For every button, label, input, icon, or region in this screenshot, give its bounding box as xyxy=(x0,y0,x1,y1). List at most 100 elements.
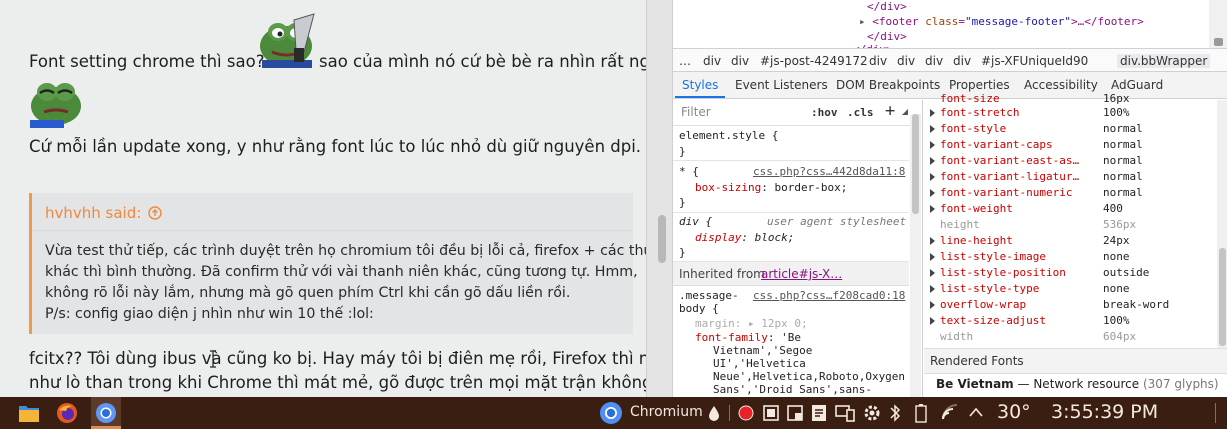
breadcrumb-item[interactable]: #js-XFUniqueId90 xyxy=(981,54,1088,68)
computed-row[interactable]: list-style-position outside xyxy=(924,265,1214,281)
inherited-link[interactable]: article#js-X… xyxy=(761,267,842,281)
rule-selector-2[interactable]: body { xyxy=(679,302,719,315)
tab-accessibility[interactable]: Accessibility xyxy=(1024,78,1098,92)
expand-arrow-icon[interactable] xyxy=(930,237,935,245)
tab-dom-breakpoints[interactable]: DOM Breakpoints xyxy=(836,78,940,92)
battery-icon[interactable] xyxy=(915,403,927,423)
dom-node[interactable]: </div> xyxy=(867,0,907,13)
breadcrumb-item[interactable]: … xyxy=(679,54,691,68)
arrow-up-circle-icon[interactable] xyxy=(148,206,162,220)
tab-styles[interactable]: Styles xyxy=(682,78,718,92)
styles-scrollbar[interactable] xyxy=(910,114,921,397)
expand-arrow-icon[interactable] xyxy=(930,189,935,197)
rule-selector[interactable]: .message- xyxy=(679,289,739,302)
dom-node[interactable]: </div> xyxy=(867,30,907,43)
expand-arrow-icon[interactable] xyxy=(930,205,935,213)
notes-icon[interactable] xyxy=(810,404,828,422)
firefox-icon[interactable] xyxy=(56,402,78,424)
computed-prop-value: normal xyxy=(1103,170,1143,183)
tab-event-listeners[interactable]: Event Listeners xyxy=(735,78,828,92)
rule-declaration[interactable]: display: block; xyxy=(695,231,794,244)
computed-scrollbar[interactable] xyxy=(1217,100,1227,348)
tab-properties[interactable]: Properties xyxy=(949,78,1010,92)
tray-chromium-label[interactable]: Chromium xyxy=(630,404,703,420)
weather-temperature[interactable]: 30° xyxy=(997,401,1031,423)
computed-pane: font-size 16px font-stretch 100% font-styl… xyxy=(924,92,1227,397)
show-desktop-button[interactable] xyxy=(1215,403,1223,423)
dom-scrollbar-thumb[interactable] xyxy=(1214,38,1223,46)
breadcrumb-item[interactable]: div xyxy=(731,54,749,68)
clock[interactable]: 3:55:39 PM xyxy=(1051,401,1158,423)
rule-declaration[interactable]: font-family: 'Be xyxy=(695,331,801,344)
chromium-icon[interactable] xyxy=(95,402,117,424)
rule-close: } xyxy=(679,196,686,209)
chromium-tray-icon[interactable] xyxy=(598,401,624,425)
tab-adguard[interactable]: AdGuard xyxy=(1111,78,1163,92)
dom-node-footer[interactable]: ▸ <footer class="message-footer">…</foot… xyxy=(859,15,1144,28)
styles-scrollbar-thumb[interactable] xyxy=(912,114,919,214)
rule-selector[interactable]: div { xyxy=(679,215,712,228)
breadcrumb-item[interactable]: div xyxy=(925,54,943,68)
breadcrumb-item[interactable]: div xyxy=(897,54,915,68)
expand-arrow-icon[interactable] xyxy=(930,173,935,181)
quote-body: Vừa test thử tiếp, các trình duyệt trên … xyxy=(45,241,646,325)
record-icon[interactable] xyxy=(738,405,754,421)
computed-scrollbar-thumb[interactable] xyxy=(1219,248,1226,346)
expand-arrow-icon[interactable] xyxy=(930,317,935,325)
page-scrollbar-thumb[interactable] xyxy=(658,215,666,263)
new-rule-plus-icon[interactable]: + xyxy=(885,101,895,121)
expand-arrow-icon[interactable] xyxy=(930,285,935,293)
page-scrollbar[interactable] xyxy=(655,0,669,397)
water-drop-icon[interactable] xyxy=(708,405,720,421)
bluetooth-icon[interactable] xyxy=(889,403,901,423)
expand-arrow-icon[interactable] xyxy=(930,301,935,309)
computed-row[interactable]: font-stretch 100% xyxy=(924,105,1214,121)
file-manager-icon[interactable] xyxy=(18,403,40,423)
rule-selector[interactable]: * { xyxy=(679,165,699,178)
settings-icon[interactable] xyxy=(862,403,882,423)
chevron-up-icon[interactable] xyxy=(968,406,984,418)
screenshot-icon[interactable] xyxy=(787,405,803,421)
computed-row[interactable]: font-weight 400 xyxy=(924,201,1214,217)
wifi-icon[interactable] xyxy=(941,403,959,421)
computed-row[interactable]: font-variant-ligatur… normal xyxy=(924,169,1214,185)
expand-arrow-icon[interactable] xyxy=(930,269,935,277)
computed-row[interactable]: font-variant-east-as… normal xyxy=(924,153,1214,169)
toggle-sidebar-icon[interactable] xyxy=(902,109,908,115)
breadcrumb-item-selected[interactable]: div.bbWrapper xyxy=(1117,54,1211,68)
expand-arrow-icon[interactable] xyxy=(930,125,935,133)
quote-header[interactable]: hvhvhh said: xyxy=(32,193,633,231)
rule-selector[interactable]: element.style { xyxy=(679,129,778,142)
computed-row[interactable]: font-style normal xyxy=(924,121,1214,137)
rule-declaration[interactable]: box-sizing: border-box; xyxy=(695,181,847,194)
rule-source-link[interactable]: css.php?css…442d8da11:8 xyxy=(753,165,905,178)
expand-arrow-icon[interactable] xyxy=(930,157,935,165)
computed-row[interactable]: list-style-image none xyxy=(924,249,1214,265)
breadcrumb-item[interactable]: div xyxy=(869,54,887,68)
kde-connect-icon[interactable] xyxy=(835,404,855,422)
computed-row[interactable]: font-variant-numeric normal xyxy=(924,185,1214,201)
breadcrumb-item[interactable]: div xyxy=(953,54,971,68)
computed-row[interactable]: list-style-type none xyxy=(924,281,1214,297)
cls-toggle[interactable]: .cls xyxy=(847,106,874,119)
computed-row[interactable]: font-variant-caps normal xyxy=(924,137,1214,153)
computed-row[interactable]: overflow-wrap break-word xyxy=(924,297,1214,313)
dom-scrollbar[interactable] xyxy=(1209,0,1227,48)
reply-text-line-1: fcitx?? Tôi dùng ibus và cũng ko bị. Hay… xyxy=(29,349,646,368)
rule-value-cont: Neue',Helvetica,Roboto,Oxygen xyxy=(713,370,906,383)
hov-toggle[interactable]: :hov xyxy=(811,106,838,119)
expand-arrow-icon[interactable] xyxy=(930,141,935,149)
filter-input[interactable]: Filter xyxy=(681,105,711,119)
quote-author[interactable]: hvhvhh said: xyxy=(45,204,162,222)
breadcrumb-item[interactable]: #js-post-4249172 xyxy=(760,54,868,68)
computed-row[interactable]: text-size-adjust 100% xyxy=(924,313,1214,329)
computed-row[interactable]: width 604px xyxy=(924,329,1214,345)
rule-source-link[interactable]: css.php?css…f208cad0:18 xyxy=(753,289,905,302)
rule-declaration-overridden[interactable]: margin: ▸ 12px 0; xyxy=(695,317,808,330)
computed-row[interactable]: height 536px xyxy=(924,217,1214,233)
expand-arrow-icon[interactable] xyxy=(930,253,935,261)
breadcrumb-item[interactable]: div xyxy=(703,54,721,68)
expand-arrow-icon[interactable] xyxy=(930,109,935,117)
checkbox-icon[interactable] xyxy=(763,405,779,421)
computed-row[interactable]: line-height 24px xyxy=(924,233,1214,249)
